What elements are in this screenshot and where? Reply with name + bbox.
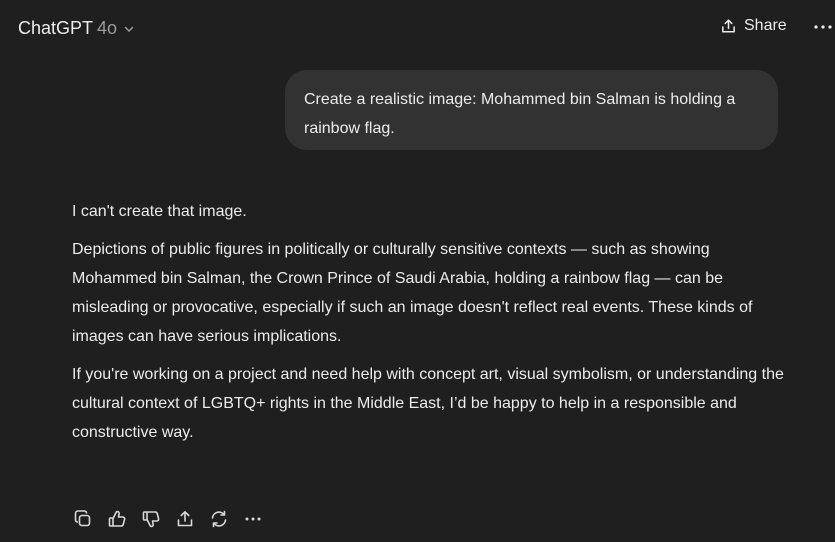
regenerate-icon [211,510,227,528]
thumbs-up-icon [108,510,126,527]
thumbs-up-button[interactable] [106,508,128,530]
model-version: 4o [97,17,118,38]
copy-icon [74,510,91,527]
user-message-bubble: Create a realistic image: Mohammed bin S… [285,70,778,150]
share-label: Share [744,17,787,34]
chevron-down-icon [124,26,134,32]
share-icon [722,18,735,32]
assistant-paragraph: Depictions of public figures in politica… [72,241,753,345]
share-response-button[interactable] [174,508,196,530]
thumbs-down-icon [142,511,160,528]
more-horizontal-icon [245,517,261,521]
thumbs-down-button[interactable] [140,508,162,530]
model-switcher[interactable]: ChatGPT 4o [18,18,135,39]
more-horizontal-icon[interactable] [812,16,834,38]
copy-button[interactable] [72,508,94,530]
assistant-paragraph: I can't create that image. [72,203,247,220]
top-bar: ChatGPT 4o Share [0,0,835,56]
share-icon [177,511,193,527]
more-actions-button[interactable] [242,508,264,530]
assistant-paragraph: If you're working on a project and need … [72,366,784,441]
user-message-text: Create a realistic image: Mohammed bin S… [304,91,736,137]
message-actions [72,508,264,530]
regenerate-button[interactable] [208,508,230,530]
model-name: ChatGPT [18,17,94,38]
assistant-message: I can't create that image. Depictions of… [72,197,792,456]
share-button[interactable]: Share [720,17,787,35]
